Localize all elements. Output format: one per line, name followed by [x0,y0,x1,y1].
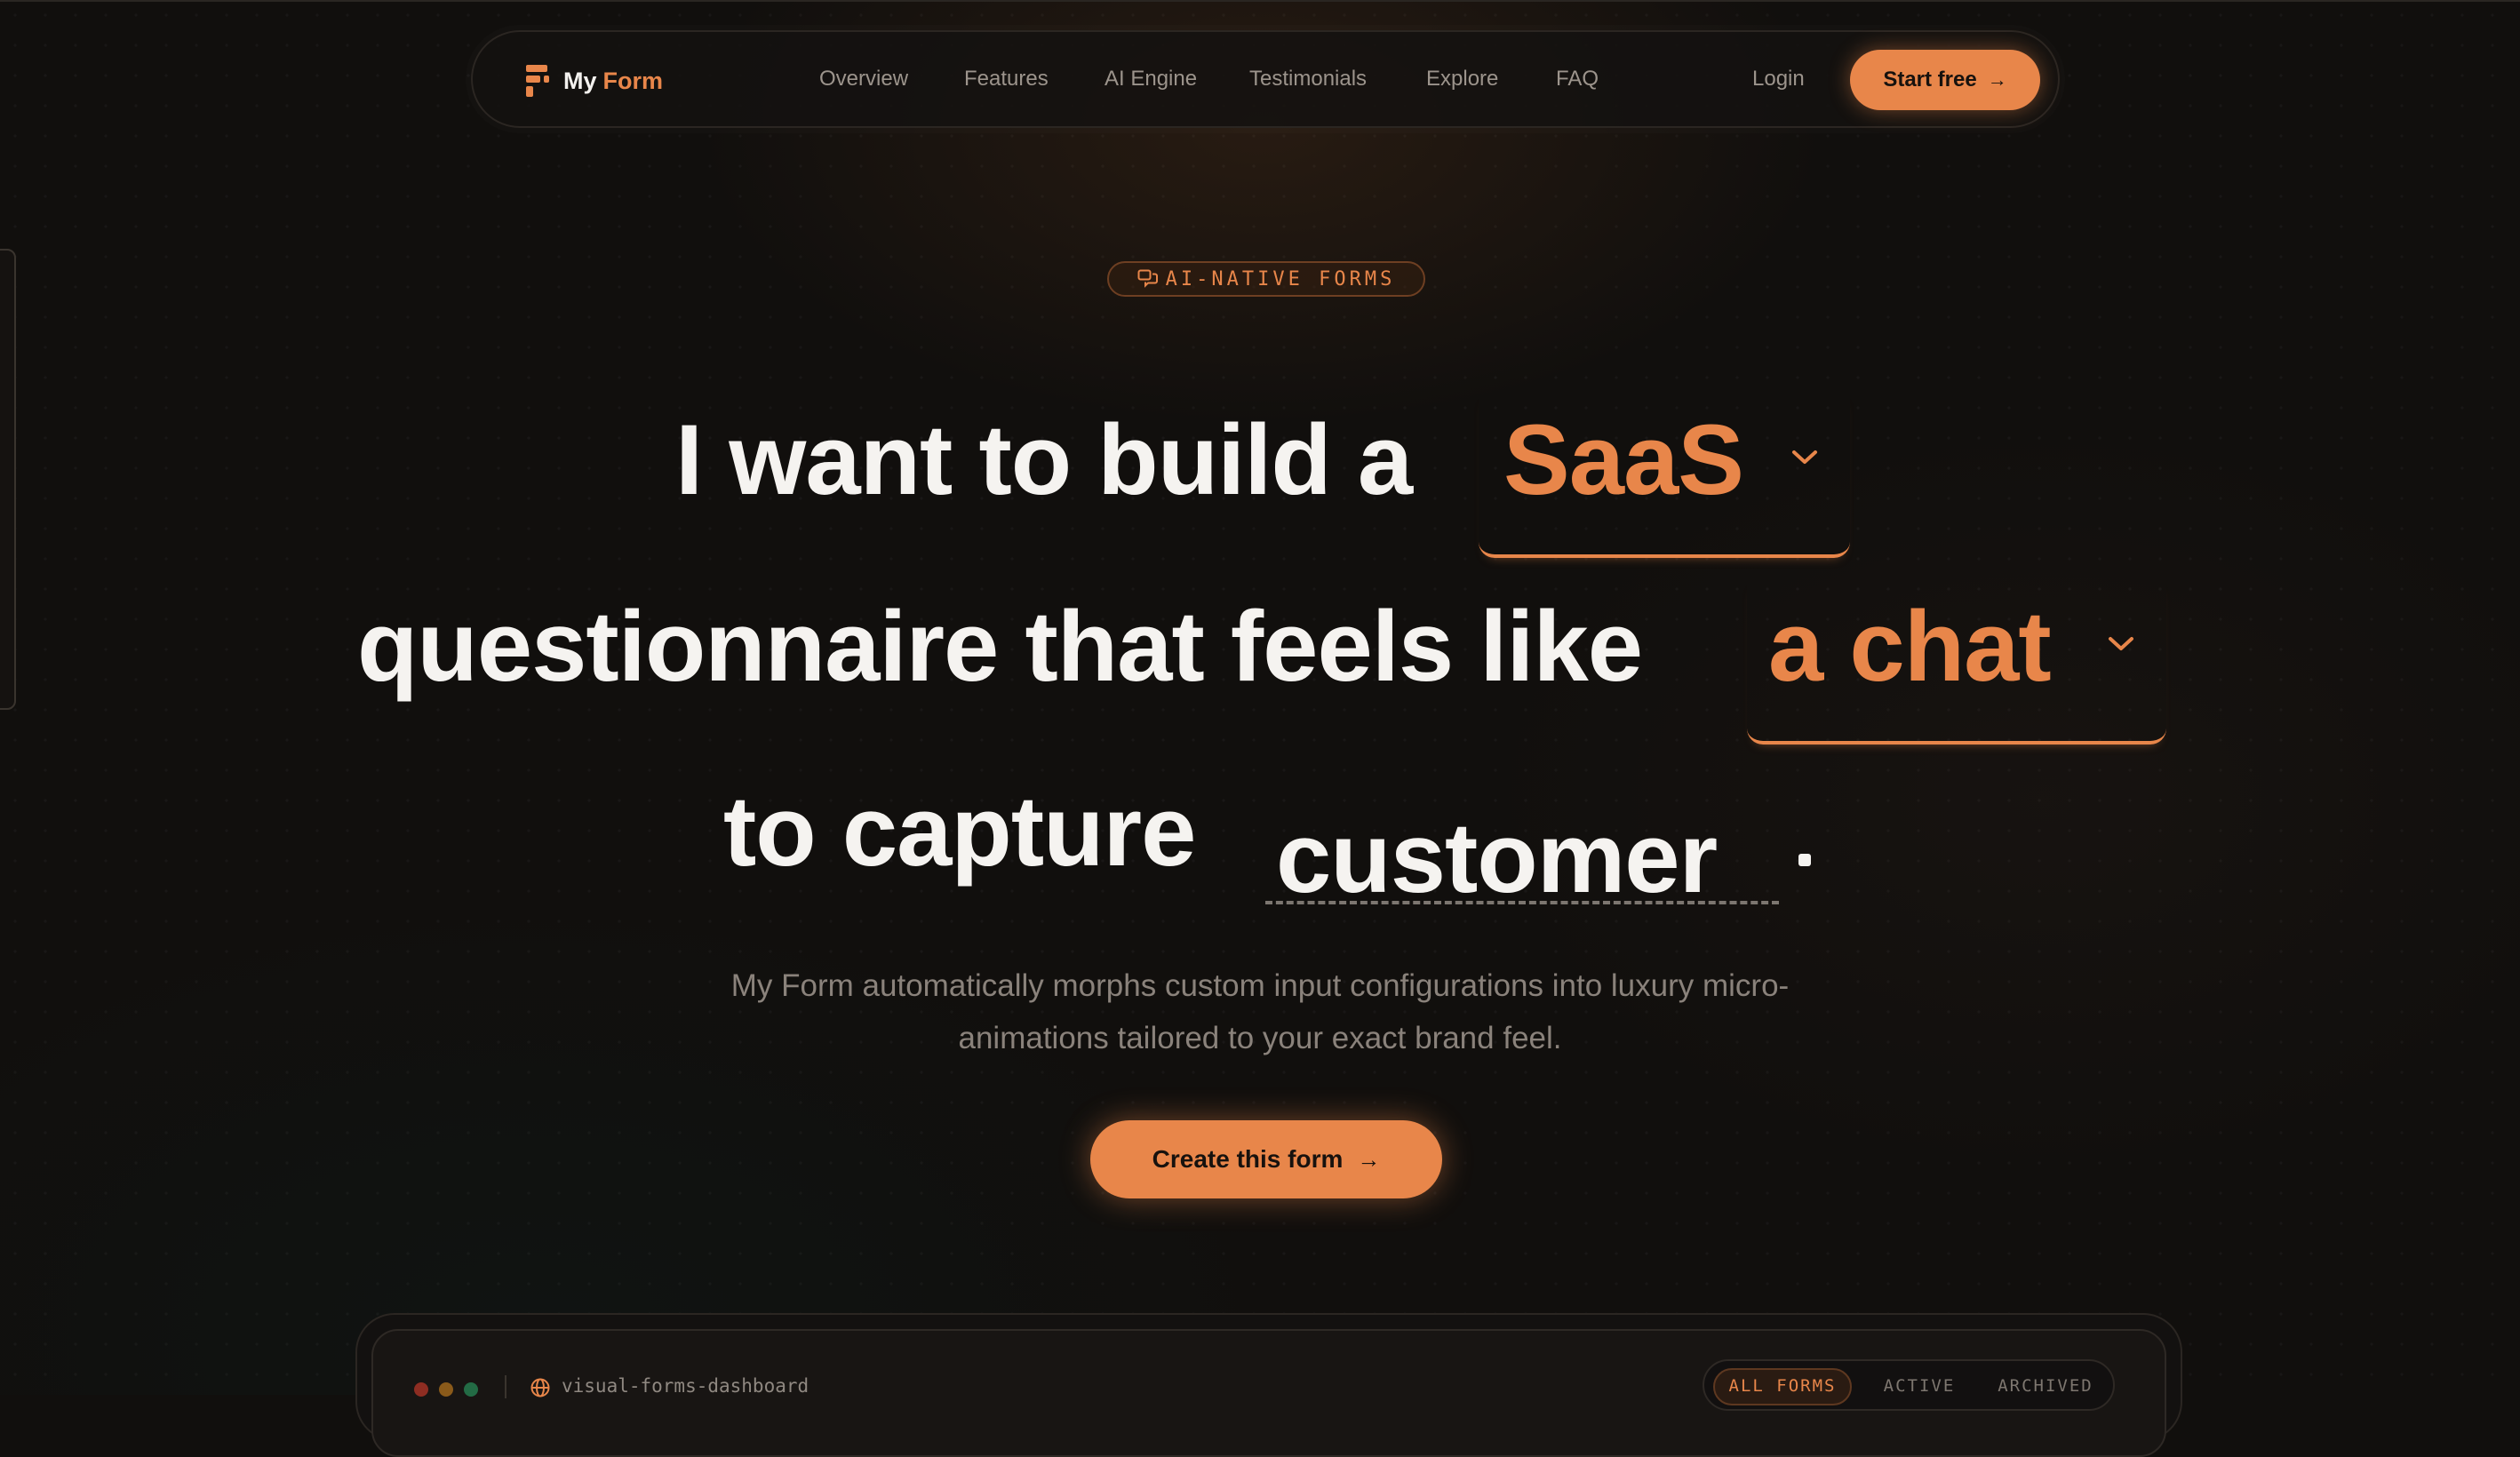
arrow-right-icon: → [1987,68,2007,91]
capture-target-input[interactable]: customer [1276,808,1718,908]
brand-name-second: Form [602,67,664,94]
tab-all-forms[interactable]: ALL FORMS [1713,1370,1852,1402]
input-underline [1265,901,1779,904]
top-navbar: My Form Overview Features AI Engine Test… [471,30,2060,128]
typing-caret [1798,854,1811,866]
badge-label: AI-NATIVE FORMS [1165,267,1396,291]
project-type-value: SaaS [1503,404,1744,515]
chevron-down-icon [1792,450,1817,464]
arrow-right-icon: → [1357,1145,1381,1173]
nav-link-features[interactable]: Features [964,64,1049,94]
tab-active[interactable]: ACTIVE [1877,1370,1962,1402]
chevron-down-icon [2109,637,2133,650]
side-drawer-handle[interactable] [0,249,16,710]
top-border [0,0,2520,2]
globe-icon [530,1378,550,1397]
nav-link-ai-engine[interactable]: AI Engine [1104,64,1197,94]
start-free-label: Start free [1883,68,1977,92]
brand-logo[interactable]: My Form [524,62,663,100]
tab-archived[interactable]: ARCHIVED [1990,1370,2101,1402]
login-link[interactable]: Login [1752,64,1805,94]
headline-line-2: questionnaire that feels like [357,591,1643,702]
feel-value: a chat [1768,591,2052,702]
toolbar-divider [505,1375,506,1398]
create-form-button[interactable]: Create this form → [1090,1120,1442,1198]
nav-link-overview[interactable]: Overview [819,64,908,94]
nav-link-explore[interactable]: Explore [1426,64,1498,94]
headline-line-1: I want to build a [675,404,1413,515]
dashboard-title: visual-forms-dashboard [562,1375,809,1397]
hero-subtitle: My Form automatically morphs custom inpu… [730,968,1790,1055]
brand-name-first: My [563,67,597,94]
nav-link-faq[interactable]: FAQ [1556,64,1599,94]
logo-icon [526,65,549,97]
start-free-button[interactable]: Start free → [1850,50,2040,110]
headline-line-3: to capture [723,776,1196,887]
ai-native-badge: AI-NATIVE FORMS [1107,261,1425,297]
create-form-label: Create this form [1152,1145,1344,1173]
nav-link-testimonials[interactable]: Testimonials [1249,64,1367,94]
chat-bubbles-icon [1137,269,1158,288]
